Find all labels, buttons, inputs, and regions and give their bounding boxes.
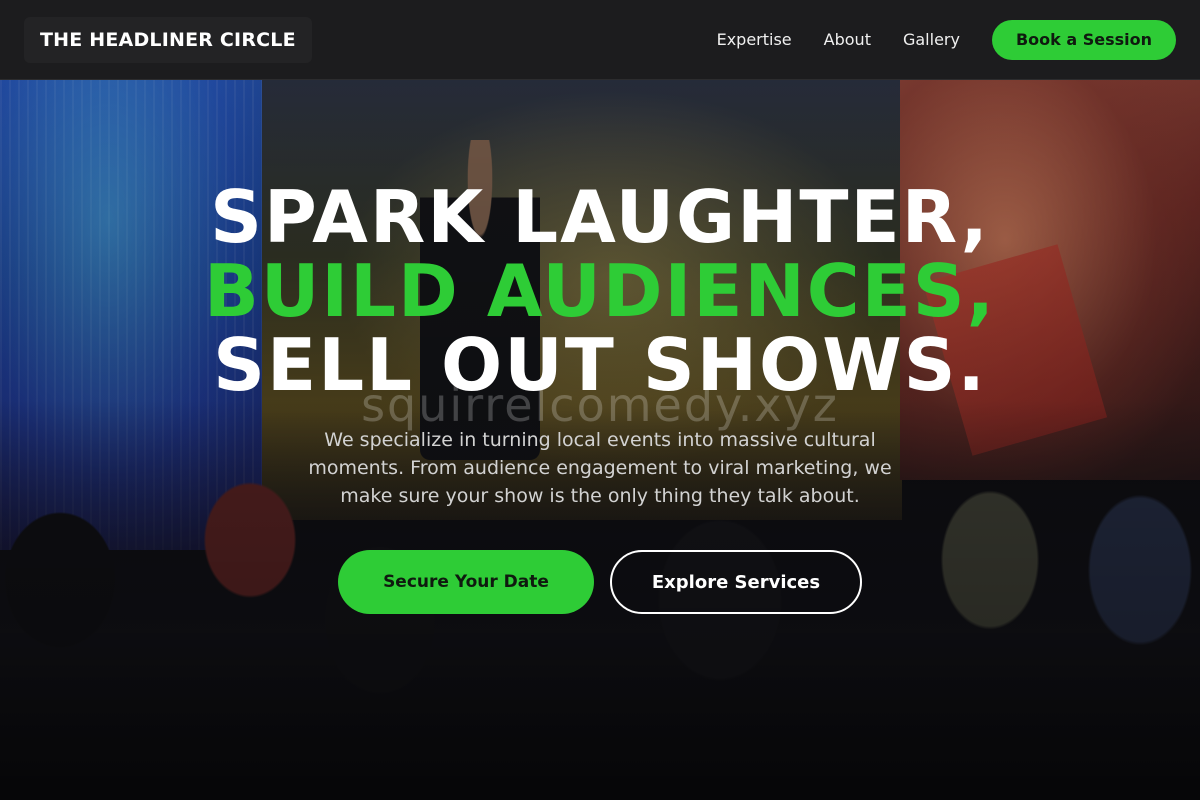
book-session-button[interactable]: Book a Session	[991, 19, 1176, 60]
hero-content: SPARK LAUGHTER, BUILD AUDIENCES, SELL OU…	[0, 180, 1200, 402]
headline-line-2: BUILD AUDIENCES,	[203, 249, 997, 333]
explore-services-button[interactable]: Explore Services	[610, 550, 862, 614]
hero-subtext: We specialize in turning local events in…	[308, 429, 892, 507]
brand-logo[interactable]: THE HEADLINER CIRCLE	[24, 16, 312, 63]
nav-links: Expertise About Gallery Book a Session	[717, 19, 1176, 60]
nav-link-expertise[interactable]: Expertise	[717, 30, 792, 49]
nav-link-gallery[interactable]: Gallery	[903, 30, 960, 49]
hero-headline: SPARK LAUGHTER, BUILD AUDIENCES, SELL OU…	[0, 180, 1200, 402]
headline-line-1: SPARK LAUGHTER,	[210, 175, 990, 259]
headline-line-3: SELL OUT SHOWS.	[213, 323, 987, 407]
secure-date-button[interactable]: Secure Your Date	[338, 550, 594, 614]
navbar: THE HEADLINER CIRCLE Expertise About Gal…	[0, 0, 1200, 80]
hero-cta-row: Secure Your Date Explore Services	[0, 550, 1200, 614]
nav-link-about[interactable]: About	[824, 30, 871, 49]
